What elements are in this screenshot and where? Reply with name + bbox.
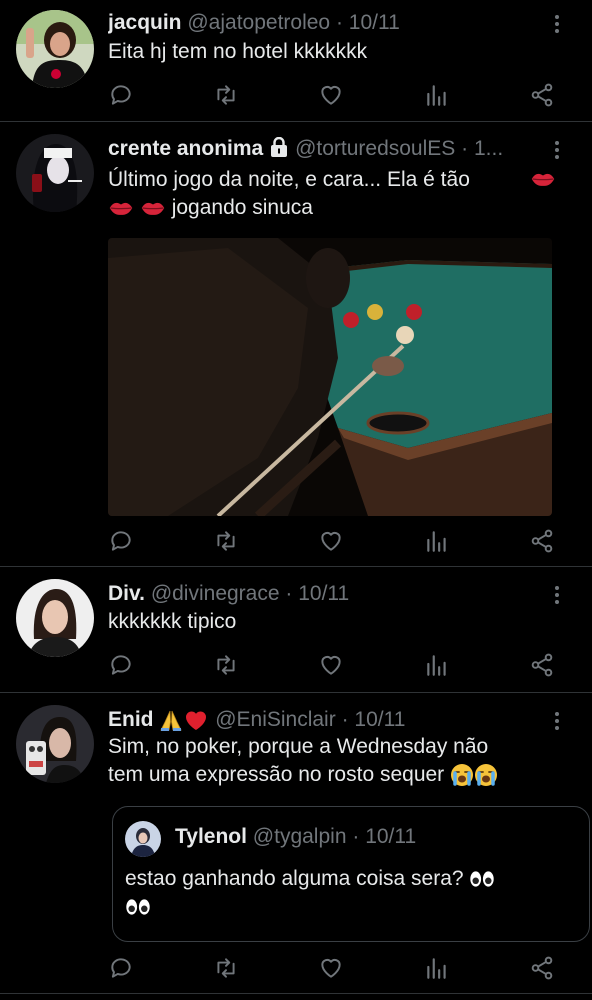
red-heart-emoji [186,711,207,731]
retweet-icon[interactable] [213,955,241,983]
reply-icon[interactable] [108,528,136,556]
separator: · [352,825,360,848]
share-icon[interactable] [529,955,557,983]
more-icon[interactable] [546,709,568,735]
lips-emoji [140,199,166,217]
quoted-tweet[interactable]: Tylenol @tygalpin · 10/11 estao ganhando… [112,806,590,942]
separator: · [285,582,293,605]
retweet-icon[interactable] [213,528,241,556]
avatar[interactable] [16,705,94,783]
crying-face-emoji [450,763,474,787]
heart-icon[interactable] [318,955,346,983]
quote-handle[interactable]: @tygalpin [253,825,347,848]
handle[interactable]: @divinegrace [151,582,280,605]
timestamp[interactable]: 10/11 [298,582,349,605]
tweet-text-line: Sim, no poker, porque a Wednesday não [108,735,489,758]
avatar[interactable] [16,10,94,88]
timestamp[interactable]: 1... [474,137,503,160]
avatar[interactable] [16,579,94,657]
quote-text-body: estao ganhando alguma coisa sera? [125,867,464,890]
tweet-text: kkkkkkk tipico [108,610,237,633]
action-bar [108,528,556,556]
tweet-text: Eita hj tem no hotel kkkkkkk [108,40,368,63]
action-bar [108,652,556,680]
tweet-enid[interactable]: Enid @EniSinclair · 10/11 Sim, no poker,… [0,693,592,994]
separator: · [341,708,349,731]
lips-emoji [108,199,134,217]
more-icon[interactable] [546,138,568,164]
tweet-image[interactable] [108,238,552,516]
tweet-header: crente anonima @torturedsoulES · 1... [108,136,552,162]
quote-header: Tylenol @tygalpin · 10/11 [175,825,416,849]
retweet-icon[interactable] [213,82,241,110]
tweet-header: Enid @EniSinclair · 10/11 [108,707,552,733]
heart-icon[interactable] [318,652,346,680]
heart-icon[interactable] [318,82,346,110]
more-icon[interactable] [546,583,568,609]
quote-timestamp[interactable]: 10/11 [365,825,416,848]
reply-icon[interactable] [108,652,136,680]
quote-display-name[interactable]: Tylenol [175,825,247,848]
views-icon[interactable] [424,652,452,680]
reply-icon[interactable] [108,82,136,110]
quote-avatar[interactable] [125,821,161,857]
eyes-emoji [469,870,495,888]
reply-icon[interactable] [108,955,136,983]
views-icon[interactable] [424,955,452,983]
handle[interactable]: @torturedsoulES [295,137,455,160]
more-icon[interactable] [546,12,568,38]
avatar[interactable] [16,134,94,212]
tweet-text: Último jogo da noite, e cara... Ela é tã… [108,166,556,222]
retweet-icon[interactable] [213,652,241,680]
display-name[interactable]: crente anonima [108,137,263,160]
display-name[interactable]: Div. [108,582,145,605]
tweet-text-line: Último jogo da noite, e cara... Ela é tã… [108,168,470,191]
share-icon[interactable] [529,652,557,680]
action-bar [108,82,556,110]
timestamp[interactable]: 10/11 [354,708,405,731]
separator: · [461,137,469,160]
share-icon[interactable] [529,82,557,110]
separator: · [335,11,343,34]
tweet-header: jacquin @ajatopetroleo · 10/11 [108,10,552,36]
lock-icon [271,137,288,157]
eyes-emoji [125,898,151,916]
views-icon[interactable] [424,528,452,556]
tweet-div[interactable]: Div. @divinegrace · 10/11 kkkkkkk tipico [0,567,592,693]
views-icon[interactable] [424,82,452,110]
timestamp[interactable]: 10/11 [349,11,400,34]
display-name[interactable]: Enid [108,708,154,731]
handle[interactable]: @EniSinclair [215,708,336,731]
folded-hands-emoji [160,711,182,732]
tweet-text-line: jogando sinuca [171,196,313,219]
quote-text: estao ganhando alguma coisa sera? [125,865,565,921]
handle[interactable]: @ajatopetroleo [187,11,330,34]
tweet-header: Div. @divinegrace · 10/11 [108,581,552,607]
crying-face-emoji [474,763,498,787]
tweet-jacquin[interactable]: jacquin @ajatopetroleo · 10/11 Eita hj t… [0,0,592,122]
heart-icon[interactable] [318,528,346,556]
tweet-crente-anonima[interactable]: crente anonima @torturedsoulES · 1... Úl… [0,122,592,567]
tweet-text-line: tem uma expressão no rosto sequer [108,763,445,786]
display-name[interactable]: jacquin [108,11,182,34]
lips-emoji [530,170,556,188]
action-bar [108,955,556,983]
share-icon[interactable] [529,528,557,556]
tweet-text: Sim, no poker, porque a Wednesday não te… [108,733,558,789]
